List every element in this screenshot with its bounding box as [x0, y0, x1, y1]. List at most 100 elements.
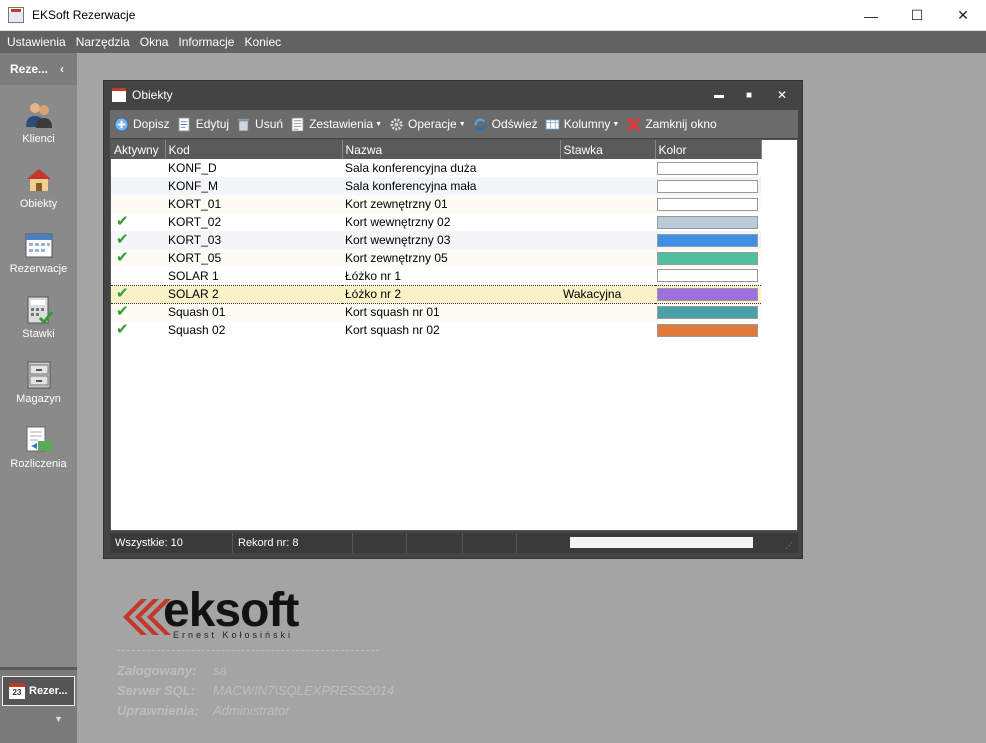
module-tab-rezerwacje[interactable]: 23 Rezer...: [2, 676, 75, 706]
cell-kolor[interactable]: [655, 249, 761, 267]
table-row[interactable]: ✔ Squash 02 Kort squash nr 02: [111, 321, 761, 339]
cell-nazwa[interactable]: Łóżko nr 2: [342, 284, 560, 304]
cell-kod[interactable]: SOLAR 2: [165, 284, 342, 304]
column-header-aktywny[interactable]: Aktywny: [111, 140, 166, 159]
menu-informacje[interactable]: Informacje: [173, 35, 239, 49]
cell-kod[interactable]: KORT_05: [165, 249, 342, 267]
cell-aktywny[interactable]: ✔: [111, 249, 165, 267]
minimize-button[interactable]: —: [848, 0, 894, 31]
cell-stawka[interactable]: [560, 249, 655, 267]
cell-kolor[interactable]: [655, 177, 761, 195]
cell-nazwa[interactable]: Sala konferencyjna duża: [342, 159, 560, 177]
cell-aktywny[interactable]: ✔: [111, 213, 165, 231]
child-minimize-button[interactable]: ▬: [714, 90, 724, 101]
obiekty-grid: Aktywny Kod Nazwa Stawka Kolor KONF_D Sal…: [110, 139, 798, 531]
menu-koniec[interactable]: Koniec: [239, 35, 286, 49]
table-row[interactable]: KONF_D Sala konferencyjna duża: [111, 159, 761, 177]
cell-stawka[interactable]: [560, 177, 655, 195]
cell-aktywny[interactable]: ✔: [111, 321, 165, 339]
cell-kolor[interactable]: [655, 195, 761, 213]
column-header-kolor[interactable]: Kolor: [655, 140, 762, 159]
cell-kolor[interactable]: [655, 159, 761, 177]
cell-stawka[interactable]: [560, 267, 655, 285]
usun-button[interactable]: Usuń: [236, 117, 283, 132]
add-icon: [114, 116, 129, 132]
odswiez-button[interactable]: Odśwież: [473, 117, 538, 132]
table-row[interactable]: KORT_01 Kort zewnętrzny 01: [111, 195, 761, 213]
resize-grip-icon[interactable]: ⋰: [785, 541, 795, 551]
menu-okna[interactable]: Okna: [135, 35, 174, 49]
cell-aktywny[interactable]: ✔: [111, 303, 165, 321]
scroll-down-icon[interactable]: ▼: [40, 714, 77, 724]
cell-nazwa[interactable]: Kort zewnętrzny 01: [342, 195, 560, 213]
cell-kod[interactable]: Squash 02: [165, 321, 342, 339]
cell-aktywny[interactable]: ✔: [111, 284, 165, 304]
sidebar-item-obiekty[interactable]: Obiekty: [0, 150, 77, 215]
cell-stawka[interactable]: [560, 303, 655, 321]
child-maximize-button[interactable]: ■: [746, 90, 752, 101]
cell-stawka[interactable]: [560, 213, 655, 231]
table-row[interactable]: ✔ KORT_02 Kort wewnętrzny 02: [111, 213, 761, 231]
column-header-kod[interactable]: Kod: [165, 140, 343, 159]
cell-stawka[interactable]: Wakacyjna: [560, 284, 655, 304]
edytuj-button[interactable]: Edytuj: [177, 116, 229, 132]
cell-kod[interactable]: KORT_02: [165, 213, 342, 231]
cell-nazwa[interactable]: Łóżko nr 1: [342, 267, 560, 285]
cell-kod[interactable]: KONF_D: [165, 159, 342, 177]
sidebar-item-rozliczenia[interactable]: Rozliczenia: [0, 410, 77, 475]
sidebar-header: Reze... ‹: [0, 53, 77, 85]
sidebar-item-stawki[interactable]: Stawki: [0, 280, 77, 345]
column-header-nazwa[interactable]: Nazwa: [342, 140, 561, 159]
cell-kod[interactable]: Squash 01: [165, 303, 342, 321]
menu-ustawienia[interactable]: Ustawienia: [2, 35, 71, 49]
collapse-chevron-icon[interactable]: ‹: [60, 62, 64, 76]
cell-stawka[interactable]: [560, 195, 655, 213]
cell-nazwa[interactable]: Kort squash nr 02: [342, 321, 560, 339]
cell-nazwa[interactable]: Kort squash nr 01: [342, 303, 560, 321]
child-close-button[interactable]: ✕: [777, 88, 787, 102]
cell-nazwa[interactable]: Sala konferencyjna mała: [342, 177, 560, 195]
cell-aktywny[interactable]: ✔: [111, 231, 165, 249]
cell-nazwa[interactable]: Kort wewnętrzny 03: [342, 231, 560, 249]
cell-kod[interactable]: KONF_M: [165, 177, 342, 195]
sidebar-item-magazyn[interactable]: Magazyn: [0, 345, 77, 410]
cell-kolor[interactable]: [655, 213, 761, 231]
table-row[interactable]: ✔ Squash 01 Kort squash nr 01: [111, 303, 761, 321]
cell-stawka[interactable]: [560, 159, 655, 177]
cell-kod[interactable]: SOLAR 1: [165, 267, 342, 285]
cell-aktywny[interactable]: [111, 195, 165, 213]
operacje-button[interactable]: Operacje ▼: [389, 117, 466, 132]
cell-nazwa[interactable]: Kort wewnętrzny 02: [342, 213, 560, 231]
zestawienia-button[interactable]: Zestawienia ▼: [290, 116, 382, 132]
column-header-stawka[interactable]: Stawka: [560, 140, 656, 159]
cell-kod[interactable]: KORT_03: [165, 231, 342, 249]
checkmark-icon: ✔: [116, 321, 129, 338]
cell-stawka[interactable]: [560, 231, 655, 249]
progress-bar: [570, 537, 753, 548]
dopisz-button[interactable]: Dopisz: [114, 116, 170, 132]
module-tab-label: Rezer...: [29, 685, 68, 697]
table-row[interactable]: SOLAR 1 Łóżko nr 1: [111, 267, 761, 285]
table-row[interactable]: ✔ SOLAR 2 Łóżko nr 2 Wakacyjna: [111, 284, 761, 304]
cell-kolor[interactable]: [655, 231, 761, 249]
menu-narzedzia[interactable]: Narzędzia: [71, 35, 135, 49]
table-row[interactable]: ✔ KORT_05 Kort zewnętrzny 05: [111, 249, 761, 267]
cell-aktywny[interactable]: [111, 177, 165, 195]
maximize-button[interactable]: ☐: [894, 0, 940, 31]
sidebar-item-rezerwacje[interactable]: Rezerwacje: [0, 215, 77, 280]
close-button[interactable]: ✕: [940, 0, 986, 31]
zamknij-okno-button[interactable]: Zamknij okno: [626, 117, 717, 132]
cell-kolor[interactable]: [655, 284, 761, 304]
table-row[interactable]: KONF_M Sala konferencyjna mała: [111, 177, 761, 195]
table-row[interactable]: ✔ KORT_03 Kort wewnętrzny 03: [111, 231, 761, 249]
cell-kolor[interactable]: [655, 303, 761, 321]
kolumny-button[interactable]: Kolumny ▼: [545, 117, 619, 132]
cell-aktywny[interactable]: [111, 159, 165, 177]
sidebar-item-klienci[interactable]: Klienci: [0, 85, 77, 150]
cell-kolor[interactable]: [655, 321, 761, 339]
cell-stawka[interactable]: [560, 321, 655, 339]
cell-kod[interactable]: KORT_01: [165, 195, 342, 213]
cell-kolor[interactable]: [655, 267, 761, 285]
cell-aktywny[interactable]: [111, 267, 165, 285]
cell-nazwa[interactable]: Kort zewnętrzny 05: [342, 249, 560, 267]
